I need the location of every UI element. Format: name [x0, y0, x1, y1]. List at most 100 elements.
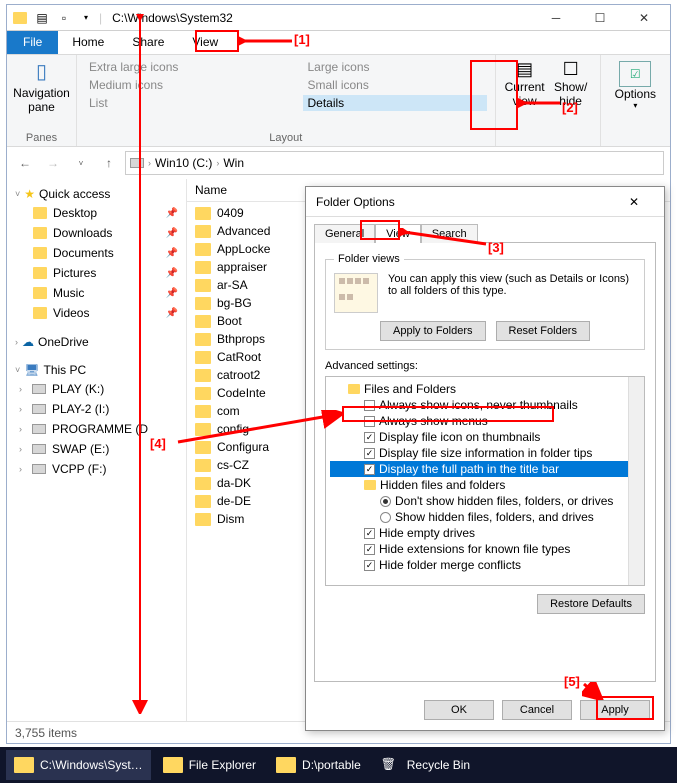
sidebar-item[interactable]: Documents📌 [11, 243, 182, 263]
cloud-icon: ☁ [22, 335, 34, 349]
pin-icon: 📌 [166, 208, 178, 219]
ok-button[interactable]: OK [424, 700, 494, 720]
chevron-right-icon: › [19, 424, 22, 434]
folder-icon [33, 227, 47, 239]
folder-icon [195, 459, 211, 472]
layout-extra-large[interactable]: Extra large icons [85, 59, 295, 75]
sidebar-item-drive[interactable]: ›PLAY (K:) [11, 379, 182, 399]
sidebar-item-drive[interactable]: ›PLAY-2 (I:) [11, 399, 182, 419]
annotation-label-5: [5] [564, 674, 580, 689]
tree-show-hidden[interactable]: Show hidden files, folders, and drives [330, 509, 640, 525]
folder-icon [195, 387, 211, 400]
folder-icon [195, 333, 211, 346]
sidebar-item[interactable]: Videos📌 [11, 303, 182, 323]
title-bar: ▤ ▫ ▾ | C:\Windows\System32 ─ ☐ ✕ [7, 5, 670, 31]
folder-icon [195, 207, 211, 220]
folder-icon [195, 315, 211, 328]
restore-defaults-button[interactable]: Restore Defaults [537, 594, 645, 614]
tab-share[interactable]: Share [118, 31, 178, 54]
layout-medium[interactable]: Medium icons [85, 77, 295, 93]
tree-full-path-titlebar[interactable]: ✓Display the full path in the title bar [330, 461, 640, 477]
qat-dropdown-icon[interactable]: ▾ [77, 9, 95, 27]
annotation-label-4: [4] [150, 436, 166, 451]
tree-dont-show-hidden[interactable]: Don't show hidden files, folders, or dri… [330, 493, 640, 509]
advanced-settings-label: Advanced settings: [325, 360, 645, 372]
folder-icon [195, 405, 211, 418]
drive-icon [32, 384, 46, 394]
taskbar-item[interactable]: C:\Windows\Syst… [6, 750, 151, 780]
recent-dropdown[interactable]: ˅ [69, 151, 93, 175]
nav-pane-icon: ▯ [36, 59, 47, 84]
sidebar-item[interactable]: Pictures📌 [11, 263, 182, 283]
folder-icon [195, 261, 211, 274]
sidebar-quick-access[interactable]: ˅ ★ Quick access [11, 185, 182, 203]
ribbon-tabs: File Home Share View [7, 31, 670, 55]
chevron-right-icon: › [19, 444, 22, 454]
up-button[interactable]: ↑ [97, 151, 121, 175]
taskbar-item[interactable]: File Explorer [155, 750, 264, 780]
tree-file-size-tips[interactable]: ✓Display file size information in folder… [330, 445, 640, 461]
navigation-pane-button[interactable]: ▯ Navigation pane [15, 59, 68, 114]
tree-hide-empty-drives[interactable]: ✓Hide empty drives [330, 525, 640, 541]
sidebar-this-pc[interactable]: ˅ 🖥 This PC [11, 361, 182, 379]
sidebar-item[interactable]: Music📌 [11, 283, 182, 303]
tree-file-icon-thumb[interactable]: ✓Display file icon on thumbnails [330, 429, 640, 445]
address-bar-row: ← → ˅ ↑ › Win10 (C:) › Win [7, 147, 670, 179]
folder-icon [195, 243, 211, 256]
annotation-label-1: [1] [294, 32, 310, 47]
sidebar-item[interactable]: Downloads📌 [11, 223, 182, 243]
star-icon: ★ [24, 187, 35, 201]
sidebar-onedrive[interactable]: › ☁ OneDrive [11, 333, 182, 351]
reset-folders-button[interactable]: Reset Folders [496, 321, 590, 341]
minimize-button[interactable]: ─ [534, 5, 578, 31]
folder-icon [33, 307, 47, 319]
tree-hidden-files[interactable]: Hidden files and folders [330, 477, 640, 493]
sidebar-item-drive[interactable]: ›VCPP (F:) [11, 459, 182, 479]
taskbar-item[interactable]: 🗑Recycle Bin [373, 750, 478, 780]
sidebar-item[interactable]: Desktop📌 [11, 203, 182, 223]
tree-hide-extensions[interactable]: ✓Hide extensions for known file types [330, 541, 640, 557]
dialog-close-button[interactable]: ✕ [614, 187, 654, 217]
layout-large[interactable]: Large icons [303, 59, 486, 75]
show-hide-icon: ☐ [563, 59, 579, 80]
folder-icon [195, 441, 211, 454]
breadcrumb[interactable]: Win10 (C:) [155, 156, 212, 170]
folder-icon [195, 423, 211, 436]
tab-home[interactable]: Home [58, 31, 118, 54]
properties-icon[interactable]: ▤ [33, 9, 51, 27]
drive-icon [32, 404, 46, 414]
close-button[interactable]: ✕ [622, 5, 666, 31]
breadcrumb[interactable]: Win [223, 156, 244, 170]
dialog-tab-search[interactable]: Search [421, 224, 478, 243]
layout-small[interactable]: Small icons [303, 77, 486, 93]
options-button[interactable]: ☑ Options ▾ [609, 59, 662, 112]
folder-icon [276, 757, 296, 773]
folder-icon [195, 225, 211, 238]
address-bar[interactable]: › Win10 (C:) › Win [125, 151, 664, 175]
folder-icon [195, 297, 211, 310]
tree-files-and-folders[interactable]: Files and Folders [330, 381, 640, 397]
cancel-button[interactable]: Cancel [502, 700, 572, 720]
pc-icon: 🖥 [24, 363, 39, 377]
tree-hide-merge-conflicts[interactable]: ✓Hide folder merge conflicts [330, 557, 640, 573]
pin-icon: 📌 [166, 248, 178, 259]
layout-list[interactable]: List [85, 95, 295, 111]
layout-details[interactable]: Details [303, 95, 486, 111]
back-button[interactable]: ← [13, 151, 37, 175]
folder-views-text: You can apply this view (such as Details… [388, 273, 636, 313]
drive-icon [32, 424, 46, 434]
pin-icon: 📌 [166, 228, 178, 239]
folder-icon [163, 757, 183, 773]
annotation-box-2 [470, 60, 518, 130]
forward-button[interactable]: → [41, 151, 65, 175]
new-folder-icon[interactable]: ▫ [55, 9, 73, 27]
scrollbar[interactable] [628, 377, 644, 585]
pin-icon: 📌 [166, 308, 178, 319]
chevron-down-icon: ˅ [15, 189, 20, 199]
chevron-right-icon: › [19, 384, 22, 394]
taskbar-item[interactable]: D:\portable [268, 750, 369, 780]
maximize-button[interactable]: ☐ [578, 5, 622, 31]
tab-file[interactable]: File [7, 31, 58, 54]
apply-to-folders-button[interactable]: Apply to Folders [380, 321, 485, 341]
pin-icon: 📌 [166, 268, 178, 279]
